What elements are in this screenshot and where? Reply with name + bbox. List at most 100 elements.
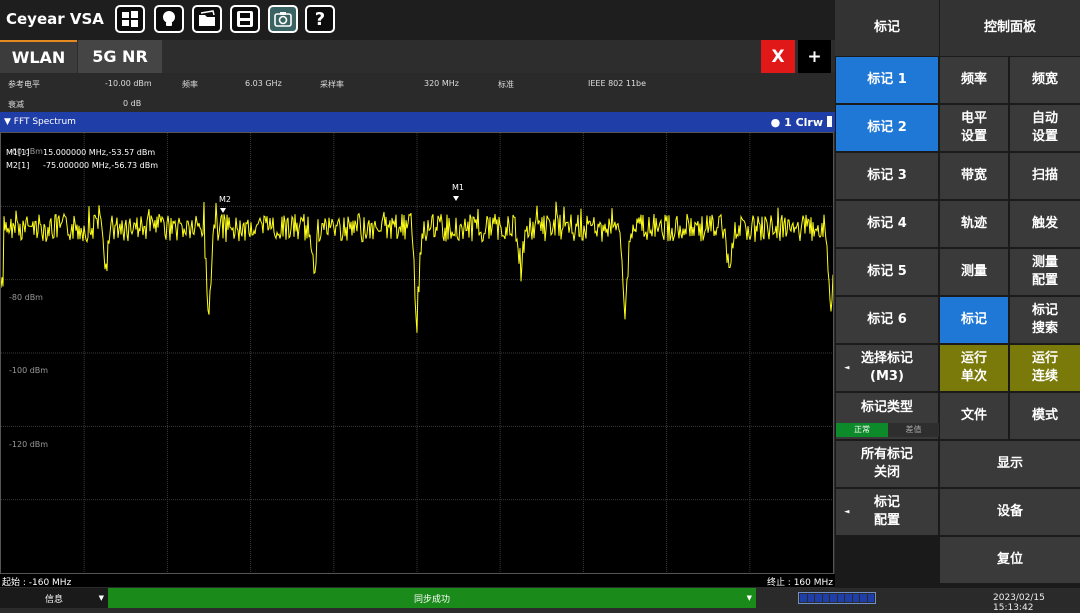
select-marker-label: 选择标记 (M3) — [860, 351, 913, 384]
arrow-left-icon: ◄ — [844, 507, 850, 516]
freq-value[interactable]: 6.03 GHz — [245, 79, 282, 88]
span-button[interactable]: 频宽 — [1010, 57, 1080, 103]
bandwidth-button[interactable]: 带宽 — [940, 153, 1008, 199]
marker-type-label: 标记类型 — [860, 400, 913, 415]
marker-label-m2[interactable]: M2 — [219, 195, 231, 204]
marker-type-delta[interactable]: 差值 — [888, 423, 939, 437]
tab-5g-nr[interactable]: 5G NR — [78, 40, 162, 73]
folder-icon — [199, 10, 215, 26]
mode-button[interactable]: 模式 — [1010, 393, 1080, 439]
plot-footer: 起始 : -160 MHz 终止 : 160 MHz — [0, 574, 835, 588]
marker-readout-id: M2[1] — [6, 161, 30, 170]
status-message-text: 同步成功 — [413, 594, 450, 605]
marker-5-button[interactable]: 标记 5 — [836, 249, 938, 295]
device-button[interactable]: 设备 — [940, 489, 1080, 535]
screenshot-button[interactable] — [268, 5, 298, 33]
marker-config-label: 标记 配置 — [873, 495, 900, 528]
freq-label: 频率 — [182, 80, 198, 89]
tab-wlan[interactable]: WLAN — [0, 40, 77, 73]
spectrum-graph — [1, 133, 833, 573]
chevron-down-icon: ▼ — [98, 594, 104, 602]
atten-label: 衰减 — [8, 100, 24, 109]
marker-readout-value: 15.000000 MHz,-53.57 dBm — [43, 148, 156, 157]
all-markers-off-button[interactable]: 所有标记 关闭 — [836, 441, 938, 487]
status-bar: 信息 ▼ 同步成功 ▼ 2023/02/15 15:13:42 — [0, 588, 1080, 613]
run-continuous-button[interactable]: 运行 连续 — [1010, 345, 1080, 391]
side-panel: 标记 控制面板 标记 1 标记 2 标记 3 标记 4 标记 5 标记 6 ◄ … — [835, 0, 1080, 588]
level-button[interactable]: 电平 设置 — [940, 105, 1008, 151]
save-icon — [237, 11, 253, 27]
standard-value[interactable]: IEEE 802 11be — [588, 79, 646, 88]
marker-label-m1[interactable]: M1 — [452, 183, 464, 192]
freq-button[interactable]: 频率 — [940, 57, 1008, 103]
ref-level-label: 参考电平 — [8, 80, 40, 89]
status-message[interactable]: 同步成功 ▼ — [108, 588, 756, 608]
save-button[interactable] — [230, 5, 260, 33]
info-dropdown[interactable]: 信息 ▼ — [0, 588, 108, 608]
info-label: 信息 — [44, 594, 63, 605]
spectrum-title: ▼ FFT Spectrum — [4, 117, 76, 127]
mode-tab-bar: WLAN 5G NR — [0, 40, 835, 73]
trigger-button[interactable]: 触发 — [1010, 201, 1080, 247]
stop-freq: 终止 : 160 MHz — [766, 578, 833, 588]
marker-readout-id: M1[1] — [6, 148, 30, 157]
marker-readout-value: -75.000000 MHz,-56.73 dBm — [43, 161, 159, 170]
chevron-down-icon: ▼ — [746, 594, 752, 602]
help-icon: ? — [314, 8, 326, 30]
windows-icon — [122, 11, 138, 27]
marker-config-button[interactable]: ◄ 标记 配置 — [836, 489, 938, 535]
marker-3-button[interactable]: 标记 3 — [836, 153, 938, 199]
ref-level-value[interactable]: -10.00 dBm — [105, 79, 152, 88]
measure-config-button[interactable]: 测量 配置 — [1010, 249, 1080, 295]
marker-triangle-m1[interactable] — [453, 196, 459, 201]
spectrum-plot[interactable]: -60 dBm -80 dBm -100 dBm -120 dBm M1[1] … — [0, 132, 834, 574]
close-tab-button[interactable]: X — [761, 40, 795, 73]
windows-button[interactable] — [115, 5, 145, 33]
control-panel-header[interactable]: 控制面板 — [940, 0, 1080, 56]
marker-menu-header[interactable]: 标记 — [835, 0, 939, 56]
start-freq: 起始 : -160 MHz — [2, 578, 72, 588]
marker-triangles — [220, 196, 459, 213]
marker-type-toggle[interactable]: 正常 差值 — [836, 423, 939, 437]
marker-4-button[interactable]: 标记 4 — [836, 201, 938, 247]
parameter-panel: 参考电平 -10.00 dBm 频率 6.03 GHz 采样率 320 MHz … — [0, 73, 835, 112]
lightbulb-icon — [163, 11, 175, 26]
marker-button[interactable]: 标记 — [940, 297, 1008, 343]
top-bar: Ceyear VSA ? — [0, 0, 835, 40]
marker-type-normal[interactable]: 正常 — [836, 423, 888, 437]
help-button[interactable]: ? — [305, 5, 335, 33]
progress-meter — [798, 592, 876, 604]
measure-button[interactable]: 测量 — [940, 249, 1008, 295]
marker-6-button[interactable]: 标记 6 — [836, 297, 938, 343]
add-tab-button[interactable]: + — [798, 40, 831, 73]
trace-button[interactable]: 轨迹 — [940, 201, 1008, 247]
marker-1-button[interactable]: 标记 1 — [836, 57, 938, 103]
arrow-left-icon: ◄ — [844, 363, 850, 372]
run-single-button[interactable]: 运行 单次 — [940, 345, 1008, 391]
select-marker-button[interactable]: ◄ 选择标记 (M3) — [836, 345, 938, 391]
y-label-100: -100 dBm — [9, 366, 49, 375]
reset-button[interactable]: 复位 — [940, 537, 1080, 583]
display-button[interactable]: 显示 — [940, 441, 1080, 487]
marker-triangle-m2[interactable] — [220, 208, 226, 213]
y-label-80: -80 dBm — [9, 293, 43, 302]
file-button[interactable]: 文件 — [940, 393, 1008, 439]
sample-rate-value[interactable]: 320 MHz — [424, 79, 459, 88]
hint-button[interactable] — [154, 5, 184, 33]
marker-search-button[interactable]: 标记 搜索 — [1010, 297, 1080, 343]
trace-settings-icon[interactable] — [827, 116, 832, 127]
marker-2-button[interactable]: 标记 2 — [836, 105, 938, 151]
sweep-button[interactable]: 扫描 — [1010, 153, 1080, 199]
trace-indicator[interactable]: ● 1 Clrw — [771, 116, 823, 129]
datetime: 2023/02/15 15:13:42 — [993, 593, 1045, 613]
standard-label: 标准 — [498, 80, 514, 89]
y-label-120: -120 dBm — [9, 440, 49, 449]
sample-rate-label: 采样率 — [320, 80, 344, 89]
auto-set-button[interactable]: 自动 设置 — [1010, 105, 1080, 151]
camera-icon — [274, 12, 292, 27]
spectrum-window-header[interactable]: ▼ FFT Spectrum ● 1 Clrw — [0, 112, 835, 132]
app-title: Ceyear VSA — [6, 10, 104, 28]
marker-type-button[interactable]: 标记类型 正常 差值 — [836, 393, 939, 439]
open-file-button[interactable] — [192, 5, 222, 33]
atten-value[interactable]: 0 dB — [123, 99, 141, 108]
